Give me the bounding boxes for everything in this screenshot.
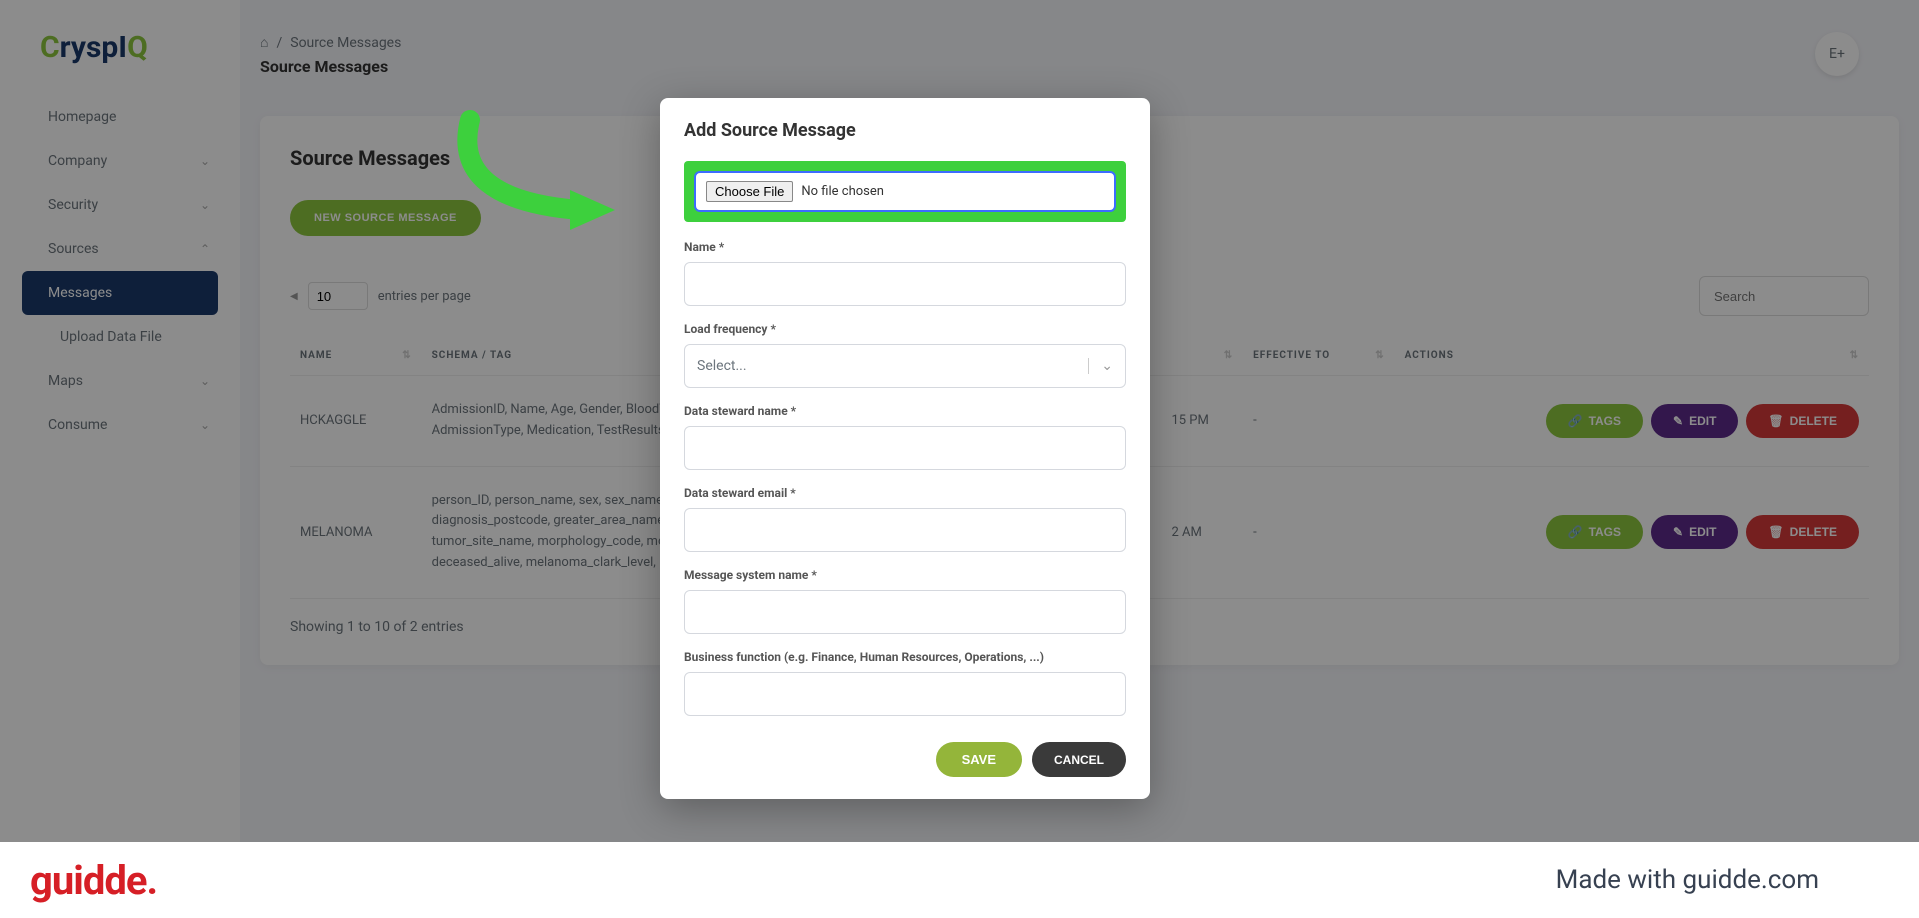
system-name-label: Message system name * [684, 568, 1126, 582]
system-name-input[interactable] [684, 590, 1126, 634]
cancel-button[interactable]: CANCEL [1032, 742, 1126, 777]
name-input[interactable] [684, 262, 1126, 306]
made-with-text: Made with guidde.com [1556, 865, 1819, 895]
steward-email-label: Data steward email * [684, 486, 1126, 500]
file-input-wrapper[interactable]: Choose File No file chosen [694, 171, 1116, 212]
file-input-highlight: Choose File No file chosen [684, 161, 1126, 222]
choose-file-button[interactable]: Choose File [706, 181, 793, 202]
watermark-footer: guidde. Made with guidde.com [0, 842, 1919, 918]
steward-name-label: Data steward name * [684, 404, 1126, 418]
guidde-logo: guidde. [30, 857, 157, 904]
file-status-text: No file chosen [801, 184, 884, 199]
add-source-message-modal: Add Source Message Choose File No file c… [660, 98, 1150, 799]
business-function-input[interactable] [684, 672, 1126, 716]
save-button[interactable]: SAVE [936, 742, 1022, 777]
business-function-label: Business function (e.g. Finance, Human R… [684, 650, 1126, 664]
steward-name-input[interactable] [684, 426, 1126, 470]
name-label: Name * [684, 240, 1126, 254]
load-frequency-label: Load frequency * [684, 322, 1126, 336]
steward-email-input[interactable] [684, 508, 1126, 552]
modal-title: Add Source Message [684, 120, 1126, 141]
load-frequency-select[interactable]: Select... ⌄ [684, 344, 1126, 388]
chevron-down-icon: ⌄ [1088, 358, 1113, 374]
